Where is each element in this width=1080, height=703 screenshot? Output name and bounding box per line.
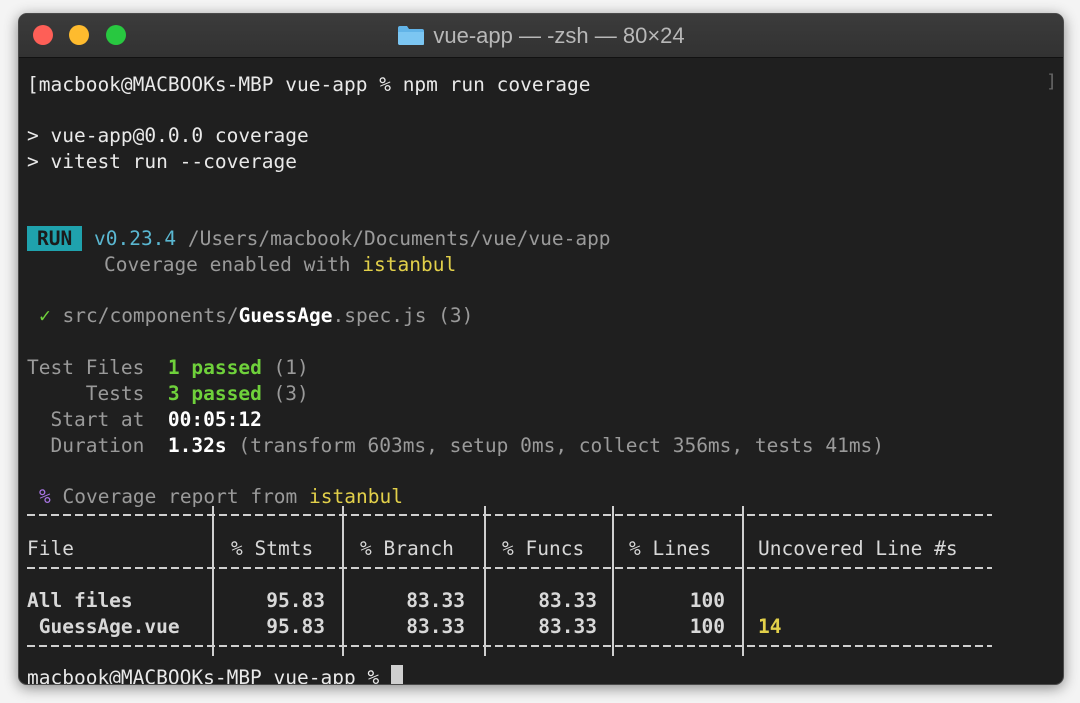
spec-dir: src/components/ bbox=[50, 304, 239, 327]
tests-line: Tests 3 passed (3) bbox=[27, 381, 309, 406]
header-uncovered: Uncovered Line #s bbox=[758, 537, 958, 560]
command: npm run coverage bbox=[402, 73, 591, 96]
command-line: [macbook@MACBOOKs-MBP vue-app % npm run … bbox=[27, 72, 591, 97]
duration-line: Duration 1.32s (transform 603ms, setup 0… bbox=[27, 433, 884, 458]
header-lines: % Lines bbox=[629, 537, 712, 560]
row-file: GuessAge.vue bbox=[27, 615, 180, 638]
row-file: All files bbox=[27, 589, 133, 612]
text-cursor bbox=[390, 665, 403, 684]
row-uncovered: 14 bbox=[758, 615, 782, 638]
run-line: RUN v0.23.4 /Users/macbook/Documents/vue… bbox=[27, 226, 611, 251]
check-icon: ✓ bbox=[39, 304, 51, 327]
header-branch: % Branch bbox=[360, 537, 454, 560]
terminal-window: vue-app — -zsh — 80×24 [macbook@MACBOOKs… bbox=[18, 13, 1064, 685]
header-stmts: % Stmts bbox=[231, 537, 314, 560]
final-prompt-line: macbook@MACBOOKs-MBP vue-app % bbox=[27, 665, 403, 685]
coverage-enabled-line: Coverage enabled with istanbul bbox=[104, 252, 456, 277]
percent-icon: % bbox=[39, 485, 51, 508]
test-files-line: Test Files 1 passed (1) bbox=[27, 355, 309, 380]
header-funcs: % Funcs bbox=[502, 537, 585, 560]
duration-value: 1.32s bbox=[167, 434, 227, 457]
spec-line: ✓ src/components/GuessAge.spec.js (3) bbox=[39, 303, 473, 328]
folder-icon bbox=[398, 26, 425, 45]
table-row: GuessAge.vue 95.83 83.33 83.33 100 14 bbox=[27, 614, 1057, 640]
table-row: All files 95.83 83.33 83.33 100 bbox=[27, 588, 1057, 614]
tests-count: (3) bbox=[261, 382, 309, 405]
start-value: 00:05:12 bbox=[167, 408, 262, 431]
terminal-screen[interactable]: [macbook@MACBOOKs-MBP vue-app % npm run … bbox=[27, 63, 1057, 684]
window-title-area: vue-app — -zsh — 80×24 bbox=[19, 14, 1063, 57]
row-lines: 100 bbox=[689, 589, 725, 612]
prompt: [macbook@MACBOOKs-MBP vue-app % bbox=[27, 73, 403, 96]
report-provider: istanbul bbox=[309, 485, 403, 508]
title-bar: vue-app — -zsh — 80×24 bbox=[19, 14, 1063, 58]
vitest-version: v0.23.4 bbox=[93, 227, 177, 250]
duration-label: Duration bbox=[27, 434, 168, 457]
test-files-count: (1) bbox=[261, 356, 309, 379]
test-files-value: 1 passed bbox=[167, 356, 262, 379]
test-files-label: Test Files bbox=[27, 356, 168, 379]
row-stmts: 95.83 bbox=[266, 615, 325, 638]
row-stmts: 95.83 bbox=[266, 589, 325, 612]
row-lines: 100 bbox=[689, 615, 725, 638]
final-prompt: macbook@MACBOOKs-MBP vue-app % bbox=[27, 666, 391, 685]
tests-value: 3 passed bbox=[167, 382, 262, 405]
start-line: Start at 00:05:12 bbox=[27, 407, 262, 432]
row-funcs: 83.33 bbox=[538, 589, 597, 612]
spec-file: GuessAge bbox=[238, 304, 333, 327]
coverage-provider: istanbul bbox=[362, 253, 457, 276]
right-bracket: ] bbox=[1046, 71, 1057, 92]
row-branch: 83.33 bbox=[406, 615, 465, 638]
coverage-enabled-text: Coverage enabled with bbox=[104, 253, 363, 276]
row-funcs: 83.33 bbox=[538, 615, 597, 638]
tests-label: Tests bbox=[27, 382, 168, 405]
report-line: % Coverage report from istanbul bbox=[39, 484, 403, 509]
project-path: /Users/macbook/Documents/vue/vue-app bbox=[176, 227, 611, 250]
header-file: File bbox=[27, 537, 74, 560]
start-label: Start at bbox=[27, 408, 168, 431]
row-branch: 83.33 bbox=[406, 589, 465, 612]
table-header-row: File % Stmts % Branch % Funcs % Lines Un… bbox=[27, 536, 1057, 562]
run-badge: RUN bbox=[27, 226, 83, 251]
script-line-2: > vitest run --coverage bbox=[27, 150, 298, 173]
script-line-1: > vue-app@0.0.0 coverage bbox=[27, 124, 309, 147]
duration-detail: (transform 603ms, setup 0ms, collect 356… bbox=[226, 434, 885, 457]
window-title: vue-app — -zsh — 80×24 bbox=[433, 22, 685, 48]
spec-ext: .spec.js (3) bbox=[332, 304, 474, 327]
report-prefix: Coverage report from bbox=[50, 485, 310, 508]
